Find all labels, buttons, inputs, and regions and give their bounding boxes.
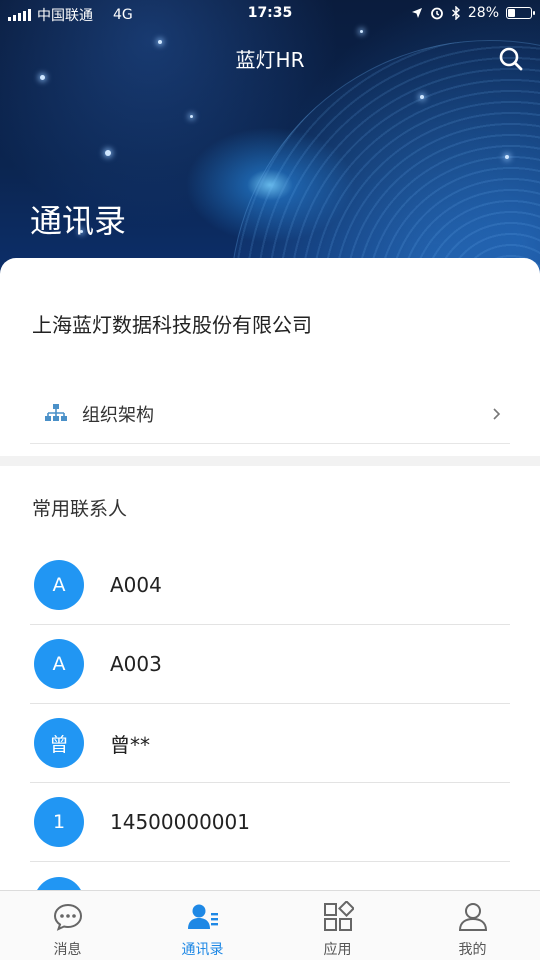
org-structure-row[interactable]: 组织架构 [30,384,510,444]
tab-apps[interactable]: 应用 [270,891,405,960]
header-banner: 中国联通 4G 17:35 28% 蓝灯HR 通讯录 [0,0,540,300]
apps-icon [323,901,354,931]
company-name: 上海蓝灯数据科技股份有限公司 [32,313,312,337]
frequent-contacts-section: 常用联系人 A A004 A A003 曾 曾** 1 14500000001 [0,466,540,890]
contacts-icon [187,904,218,929]
contact-name: A003 [110,652,162,676]
bottom-tab-bar: 消息 通讯录 应用 我的 [0,890,540,960]
contact-row[interactable]: 曾 曾** [30,704,510,783]
tab-contacts[interactable]: 通讯录 [135,891,270,960]
tab-messages[interactable]: 消息 [0,891,135,960]
contact-row[interactable]: A A004 [30,546,510,625]
avatar: A [34,560,84,610]
tab-label: 应用 [323,942,352,958]
contact-name: 曾** [110,732,150,757]
bluetooth-icon [451,6,460,20]
message-icon [53,903,82,931]
star-decoration [40,75,45,80]
contact-row[interactable]: 1 14500000001 [30,783,510,862]
tab-label: 我的 [458,942,487,958]
chevron-right-icon [493,407,501,420]
avatar: A [34,639,84,689]
contact-row[interactable]: A A003 [30,625,510,704]
page-title: 通讯录 [30,202,127,240]
contact-name: A004 [110,573,162,597]
battery-percent: 28% [467,5,499,21]
alarm-icon [430,7,443,20]
org-chart-icon [45,403,67,421]
location-icon [411,8,422,18]
company-card: 上海蓝灯数据科技股份有限公司 组织架构 [0,258,540,456]
battery-icon [506,7,535,19]
contact-row[interactable] [30,862,510,890]
avatar [34,876,84,890]
star-decoration [190,115,193,118]
star-decoration [420,95,424,99]
tab-label: 通讯录 [181,942,224,958]
contact-name: 14500000001 [110,810,250,834]
contact-list: A A004 A A003 曾 曾** 1 14500000001 [0,546,540,890]
org-structure-label: 组织架构 [82,404,154,426]
search-icon[interactable] [498,46,524,72]
tab-label: 消息 [53,942,82,958]
avatar: 曾 [34,718,84,768]
star-decoration [505,155,509,159]
avatar: 1 [34,797,84,847]
tab-profile[interactable]: 我的 [405,891,540,960]
star-decoration [105,150,111,156]
profile-icon [458,903,487,931]
status-bar: 中国联通 4G 17:35 28% [0,0,540,28]
star-decoration [360,30,363,33]
app-title: 蓝灯HR [235,48,305,72]
section-heading: 常用联系人 [32,498,128,520]
